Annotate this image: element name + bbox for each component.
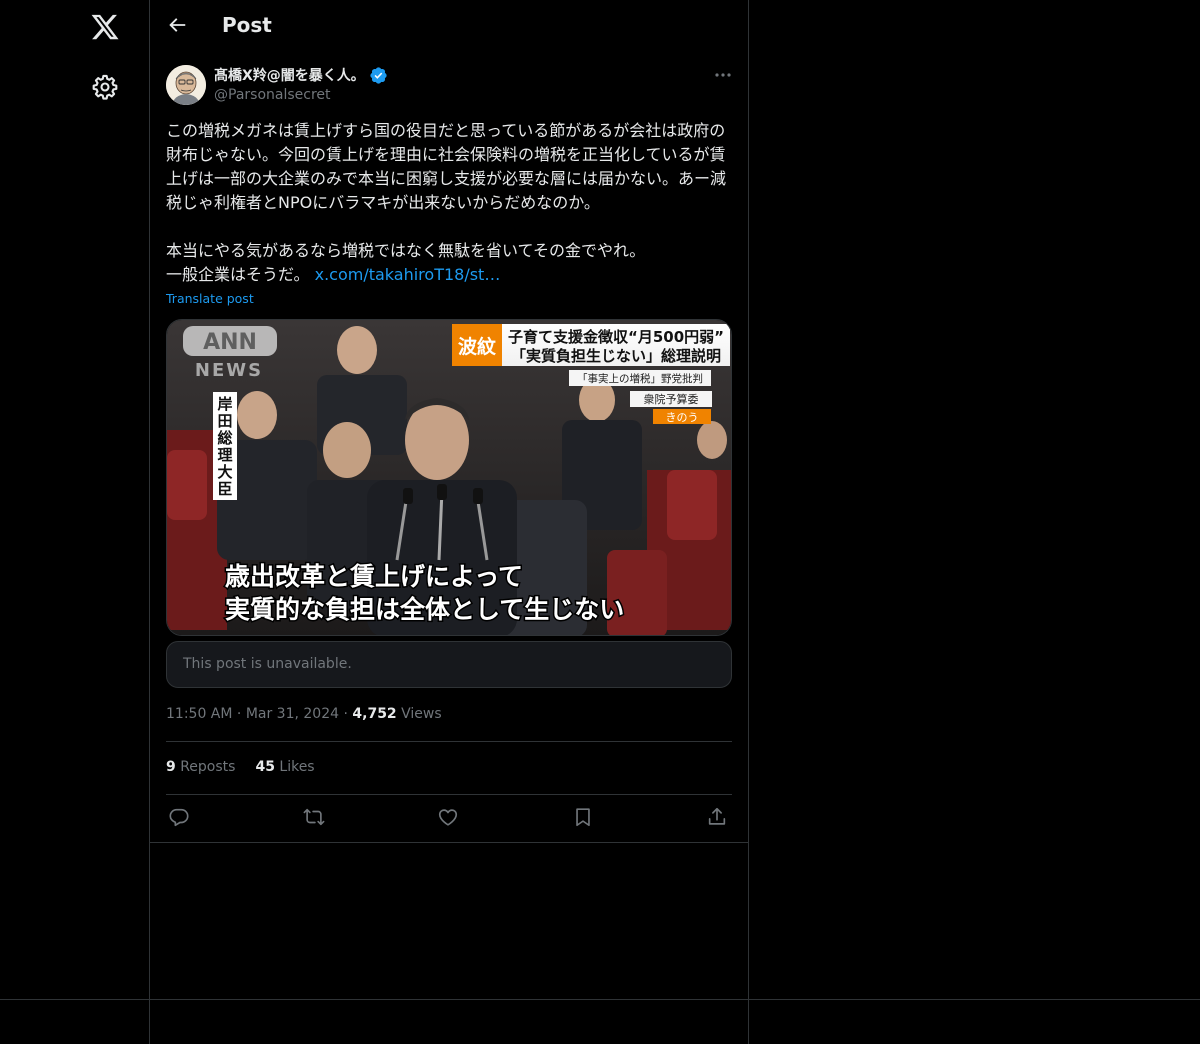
post-text: この増税メガネは賃上げすら国の役目だと思っている節があるが会社は政府の財布じゃな… [166, 119, 732, 287]
post-media[interactable]: ANN NEWS 波紋 子育て支援金徴収“月500円弱” 「実質負担生じない」総… [166, 319, 732, 636]
share-icon[interactable] [706, 806, 730, 830]
page-divider [0, 999, 1200, 1000]
media-committee: 衆院予算委 [644, 392, 699, 406]
post-time[interactable]: 11:50 AM [166, 706, 232, 722]
post-body: この増税メガネは賃上げすら国の役目だと思っている節があるが会社は政府の財布じゃな… [166, 121, 727, 284]
gear-icon[interactable] [91, 73, 119, 101]
media-image: ANN NEWS 波紋 子育て支援金徴収“月500円弱” 「実質負担生じない」総… [167, 320, 731, 635]
media-headline-2: 「実質負担生じない」総理説明 [511, 347, 721, 365]
app-root: Post 髙橋X羚@闇を暴く人。 @Parsonalsecret この増税メガネ… [0, 0, 1200, 1044]
verified-badge-icon[interactable] [369, 66, 388, 85]
views-count: 4,752 [352, 706, 397, 722]
post-meta: 11:50 AM · Mar 31, 2024 · 4,752 Views [166, 706, 442, 722]
svg-text:NEWS: NEWS [195, 360, 263, 381]
action-bar [166, 806, 732, 830]
quote-unavailable: This post is unavailable. [166, 641, 732, 688]
like-icon[interactable] [437, 806, 461, 830]
meta-separator: · [236, 706, 246, 722]
svg-text:ANN: ANN [203, 330, 257, 355]
post-column: Post 髙橋X羚@闇を暴く人。 @Parsonalsecret この増税メガネ… [149, 0, 749, 1044]
left-nav [0, 0, 150, 1044]
page-title: Post [222, 13, 272, 37]
reply-icon[interactable] [168, 806, 192, 830]
views-label: Views [401, 706, 442, 722]
reposts-count: 9 [166, 759, 176, 775]
author-handle[interactable]: @Parsonalsecret [214, 87, 331, 103]
divider [166, 794, 732, 795]
media-when: きのう [666, 411, 699, 424]
translate-post-link[interactable]: Translate post [166, 291, 254, 306]
bookmark-icon[interactable] [572, 806, 596, 830]
media-speaker: 岸田総理大臣 [217, 395, 232, 498]
x-logo-icon[interactable] [90, 12, 120, 42]
media-badge: 波紋 [458, 335, 496, 358]
author-name-row: 髙橋X羚@闇を暴く人。 [214, 65, 388, 85]
post-header: Post [150, 0, 748, 53]
media-caption-1: 歳出改革と賃上げによって [225, 562, 523, 591]
post-bottom-border [150, 842, 748, 843]
post-stats: 9 Reposts 45 Likes [166, 759, 315, 775]
post-date[interactable]: Mar 31, 2024 [246, 706, 339, 722]
post-link[interactable]: x.com/takahiroT18/st… [315, 265, 501, 284]
repost-icon[interactable] [303, 806, 327, 830]
likes-stat[interactable]: 45 Likes [255, 759, 314, 775]
likes-count: 45 [255, 759, 275, 775]
media-caption-2: 実質的な負担は全体として生じない [225, 595, 624, 624]
media-subnote: 「事実上の増税」野党批判 [577, 372, 703, 385]
reposts-stat[interactable]: 9 Reposts [166, 759, 235, 775]
back-arrow-icon[interactable] [166, 14, 190, 38]
author-display-name[interactable]: 髙橋X羚@闇を暴く人。 [214, 65, 365, 85]
avatar[interactable] [166, 65, 206, 105]
quote-unavailable-text: This post is unavailable. [183, 656, 352, 672]
reposts-label: Reposts [180, 759, 236, 775]
media-headline-1: 子育て支援金徴収“月500円弱” [508, 328, 724, 346]
more-icon[interactable] [710, 64, 736, 86]
divider [166, 741, 732, 742]
likes-label: Likes [279, 759, 315, 775]
